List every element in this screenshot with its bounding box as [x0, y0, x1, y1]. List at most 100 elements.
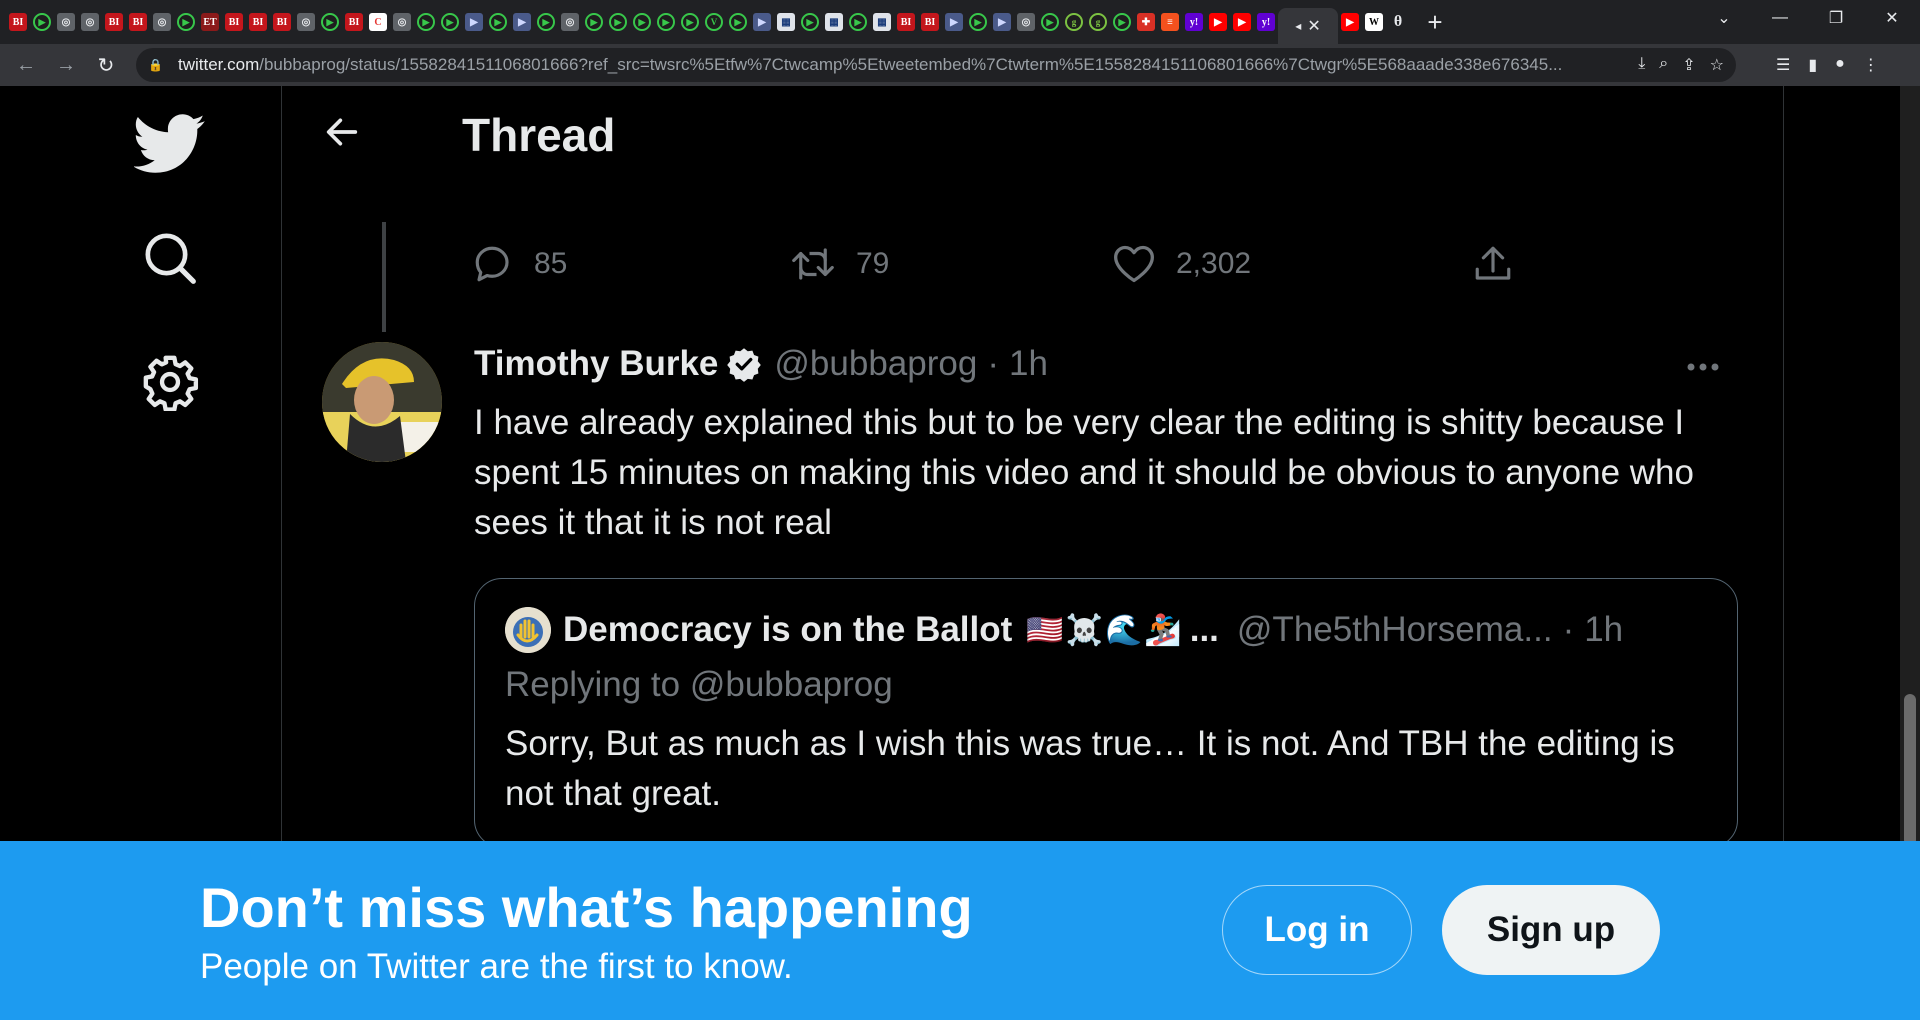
flag-favicon-icon: ▶ — [513, 13, 531, 31]
author-avatar[interactable] — [322, 342, 442, 462]
browser-tab[interactable]: BI — [102, 7, 126, 37]
browser-tab[interactable]: ◎ — [150, 7, 174, 37]
browser-tab[interactable]: ▶ — [750, 7, 774, 37]
audio-speaker-icon[interactable]: ◂ — [1295, 19, 1301, 33]
browser-tab[interactable]: W — [1362, 7, 1386, 37]
browser-tab[interactable]: ▶ — [30, 7, 54, 37]
zoom-icon[interactable]: ⌕ — [1659, 55, 1668, 75]
browser-tab[interactable]: ▶ — [1338, 7, 1362, 37]
browser-tab[interactable]: ▶ — [486, 7, 510, 37]
share-button[interactable] — [1472, 234, 1514, 294]
browser-tab[interactable]: y! — [1254, 7, 1278, 37]
browser-tab[interactable]: g — [1062, 7, 1086, 37]
scrollbar-thumb[interactable] — [1904, 694, 1916, 846]
tab-search-icon[interactable]: ⌄ — [1696, 0, 1752, 36]
browser-tab[interactable]: ▶ — [990, 7, 1014, 37]
forward-button[interactable]: → — [46, 47, 86, 83]
twitter-page: Thread 85 79 2,302 Timothy Burke @bubbap… — [0, 86, 1920, 1020]
author-name[interactable]: Timothy Burke — [474, 344, 718, 384]
browser-tab[interactable]: θ — [1386, 7, 1410, 37]
reply-button[interactable]: 85 — [472, 234, 567, 294]
browser-tab[interactable]: ▦ — [822, 7, 846, 37]
browser-tab[interactable]: BI — [126, 7, 150, 37]
browser-tab[interactable]: ▶ — [582, 7, 606, 37]
browser-tab[interactable]: ◎ — [390, 7, 414, 37]
browser-tab[interactable]: g — [1086, 7, 1110, 37]
new-tab-button[interactable]: + — [1418, 5, 1452, 39]
browser-tab[interactable]: ◎ — [558, 7, 582, 37]
sign-up-button[interactable]: Sign up — [1442, 885, 1660, 975]
reading-list-icon[interactable]: ☰ — [1776, 55, 1790, 75]
browser-tab[interactable]: ▶ — [678, 7, 702, 37]
author-handle[interactable]: @bubbaprog — [774, 344, 977, 384]
quoted-tweet-card[interactable]: Democracy is on the Ballot 🇺🇸☠️🌊🏂 ... @T… — [474, 578, 1738, 848]
browser-tab[interactable]: ▶ — [1110, 7, 1134, 37]
browser-tab[interactable]: BI — [270, 7, 294, 37]
reload-button[interactable]: ↻ — [86, 47, 126, 83]
address-bar[interactable]: 🔒 twitter.com /bubbaprog/status/15582841… — [136, 48, 1736, 82]
browser-tab[interactable]: ▶ — [798, 7, 822, 37]
browser-tab[interactable]: ◎ — [54, 7, 78, 37]
browser-tab[interactable]: ◎ — [294, 7, 318, 37]
browser-tab[interactable]: ▶ — [966, 7, 990, 37]
browser-tab[interactable]: ▶ — [942, 7, 966, 37]
browser-tab[interactable]: BI — [222, 7, 246, 37]
minimize-button[interactable]: — — [1752, 0, 1808, 36]
browser-tab[interactable]: ▶ — [510, 7, 534, 37]
browser-tab[interactable]: ▶ — [1206, 7, 1230, 37]
settings-gear-icon[interactable] — [132, 344, 208, 420]
browser-tab[interactable]: ▶ — [846, 7, 870, 37]
browser-tab[interactable]: ▶ — [606, 7, 630, 37]
close-tab-icon[interactable]: ✕ — [1307, 16, 1320, 36]
browser-tab[interactable]: ◎ — [1014, 7, 1038, 37]
heart-icon — [1114, 245, 1154, 283]
lock-icon[interactable]: 🔒 — [148, 58, 168, 72]
browser-tab[interactable]: BI — [342, 7, 366, 37]
browser-tab[interactable]: ▶ — [318, 7, 342, 37]
browser-tab[interactable]: ▶ — [726, 7, 750, 37]
back-button[interactable]: ← — [6, 47, 46, 83]
close-window-button[interactable]: ✕ — [1864, 0, 1920, 36]
browser-tab[interactable]: y! — [1182, 7, 1206, 37]
browser-tab[interactable]: ▶ — [438, 7, 462, 37]
browser-tab[interactable]: BI — [894, 7, 918, 37]
share-icon[interactable]: ⇪ — [1682, 55, 1695, 75]
twitter-bird-icon[interactable] — [132, 106, 208, 182]
browser-tab[interactable]: ▶ — [174, 7, 198, 37]
browser-tab[interactable]: ▶ — [414, 7, 438, 37]
browser-tab[interactable]: ▦ — [870, 7, 894, 37]
browser-tab[interactable]: ▦ — [774, 7, 798, 37]
menu-icon[interactable]: ⋮ — [1863, 55, 1879, 75]
browser-tab[interactable]: ◎ — [78, 7, 102, 37]
more-options-icon[interactable] — [1683, 352, 1723, 382]
browser-tab[interactable]: C — [366, 7, 390, 37]
signup-banner: Don’t miss what’s happening People on Tw… — [0, 841, 1920, 1020]
browser-tab[interactable]: ▶ — [1038, 7, 1062, 37]
install-app-icon[interactable]: ⤓ — [1638, 55, 1645, 75]
browser-tab[interactable]: V — [702, 7, 726, 37]
browser-tab[interactable]: BI — [246, 7, 270, 37]
browser-tab[interactable]: ≡ — [1158, 7, 1182, 37]
tweet-timestamp[interactable]: 1h — [1009, 344, 1048, 384]
bookmark-star-icon[interactable]: ☆ — [1710, 55, 1724, 75]
profile-icon[interactable]: ● — [1835, 55, 1845, 75]
share-icon — [1475, 246, 1511, 280]
browser-tab[interactable]: BI — [918, 7, 942, 37]
browser-tab[interactable]: ▶ — [630, 7, 654, 37]
browser-tab[interactable]: ▶ — [654, 7, 678, 37]
browser-tab[interactable]: ▶ — [462, 7, 486, 37]
log-in-button[interactable]: Log in — [1222, 885, 1412, 975]
browser-tab[interactable]: ▶ — [1230, 7, 1254, 37]
search-icon[interactable] — [132, 220, 208, 296]
retweet-button[interactable]: 79 — [790, 234, 889, 294]
bi-favicon-icon: BI — [225, 13, 243, 31]
browser-tab[interactable]: ✚ — [1134, 7, 1158, 37]
active-browser-tab[interactable]: ◂ ✕ — [1278, 8, 1338, 44]
maximize-button[interactable]: ❐ — [1808, 0, 1864, 36]
like-button[interactable]: 2,302 — [1112, 234, 1251, 294]
side-panel-icon[interactable]: ▮ — [1808, 55, 1817, 75]
browser-tab[interactable]: BI — [6, 7, 30, 37]
browser-tab[interactable]: ▶ — [534, 7, 558, 37]
back-arrow-icon[interactable] — [322, 112, 362, 152]
browser-tab[interactable]: ET — [198, 7, 222, 37]
